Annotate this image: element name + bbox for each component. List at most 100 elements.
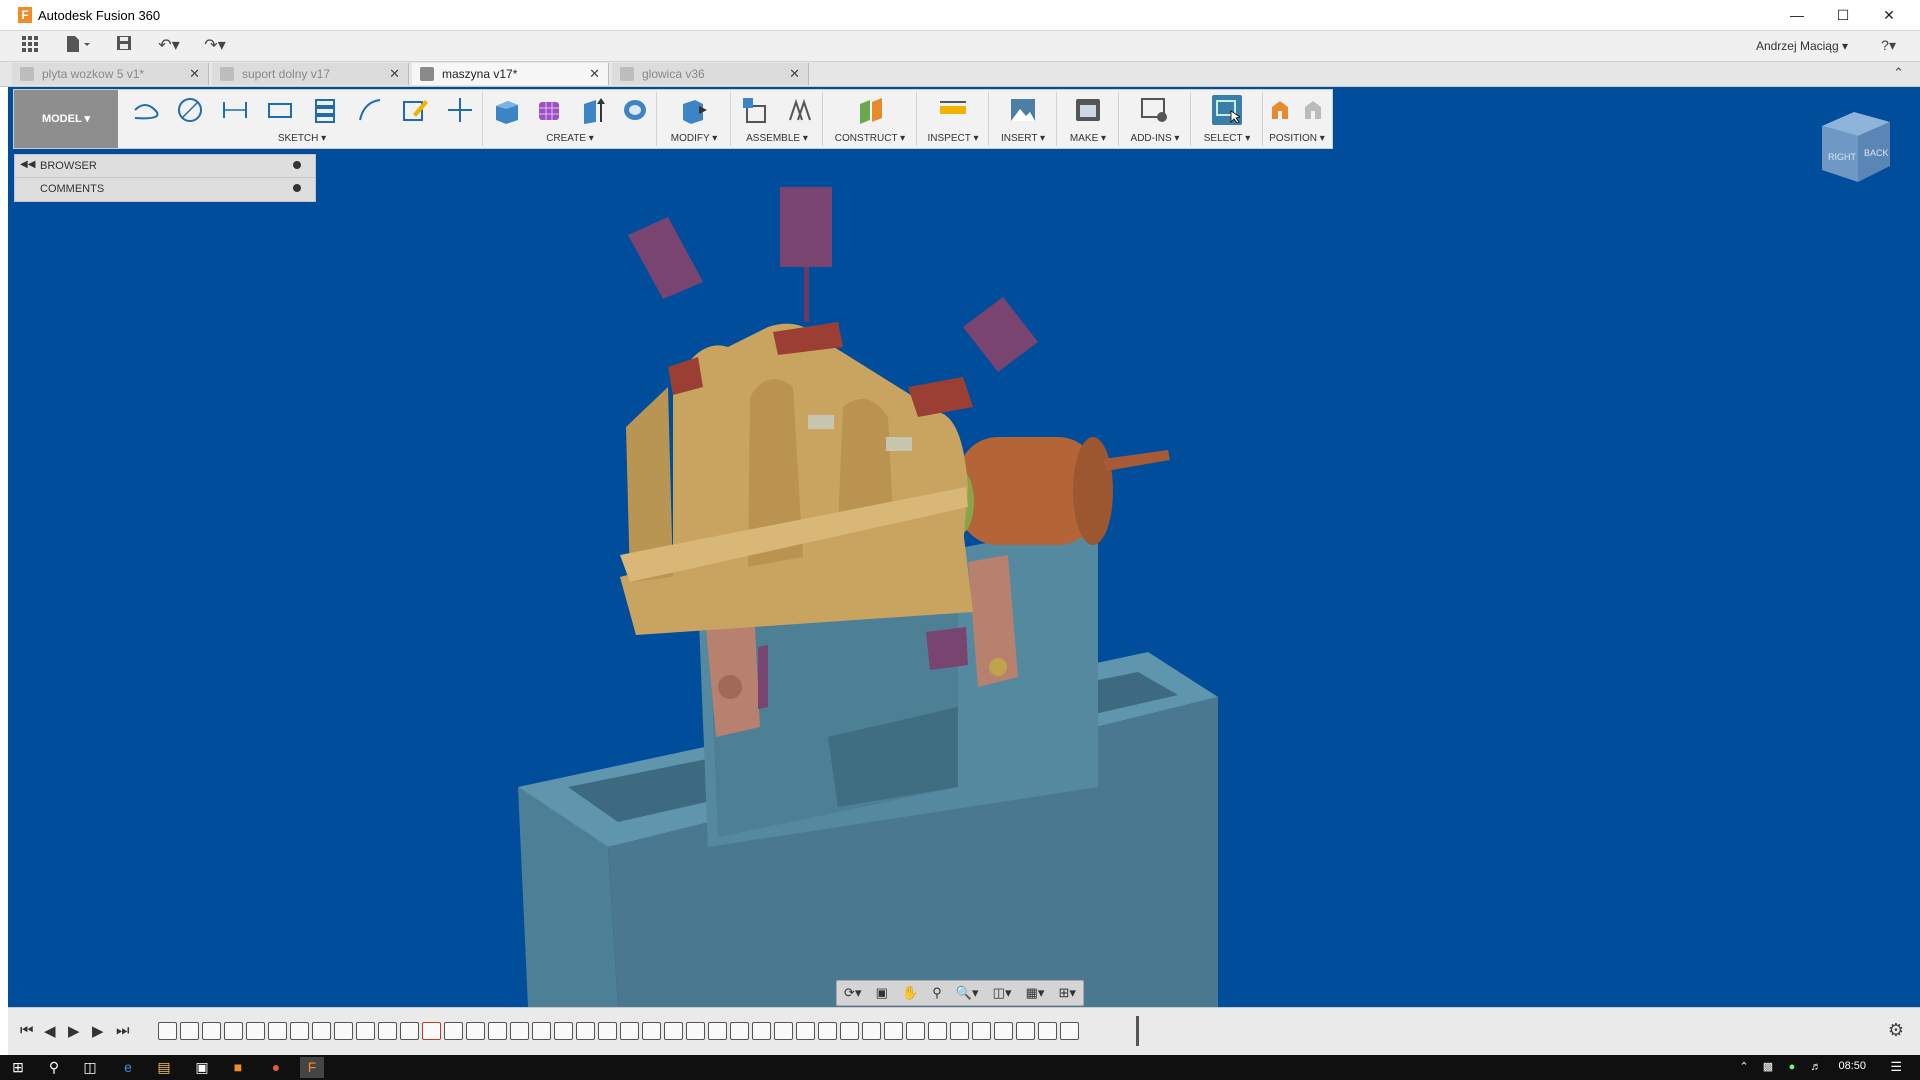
timeline-feature[interactable] (774, 1022, 793, 1040)
step-forward-icon[interactable]: ▶ (68, 1022, 80, 1040)
viewports-icon[interactable]: ⊞▾ (1058, 985, 1075, 1001)
sketch-dimension-icon[interactable] (220, 95, 250, 125)
sketch-rectangle-icon[interactable] (265, 95, 295, 125)
timeline-feature[interactable] (730, 1022, 749, 1040)
redo-icon[interactable]: ↷▾ (198, 35, 232, 57)
timeline-feature[interactable] (554, 1022, 573, 1040)
pin-icon[interactable] (293, 161, 301, 169)
go-to-start-icon[interactable]: ⏮ (20, 1022, 34, 1039)
tray-overflow-icon[interactable]: ⌃ (1732, 1057, 1756, 1078)
timeline-feature[interactable] (378, 1022, 397, 1040)
timeline-feature[interactable] (818, 1022, 837, 1040)
timeline-feature[interactable] (972, 1022, 991, 1040)
app-grid-icon[interactable] (18, 35, 42, 57)
firefox-icon[interactable]: ● (264, 1057, 288, 1078)
taskbar-clock[interactable]: 08:50 (1838, 1060, 1866, 1072)
sketch-line-icon[interactable] (130, 95, 160, 125)
select-arrow-icon[interactable] (1212, 95, 1242, 125)
extrude-icon[interactable] (577, 95, 607, 125)
tab-maszyna[interactable]: maszyna v17* ✕ (412, 63, 609, 85)
orbit-icon[interactable]: ⟳▾ (844, 985, 861, 1001)
timeline-feature[interactable] (356, 1022, 375, 1040)
display-settings-icon[interactable]: ◫▾ (993, 985, 1012, 1001)
volume-icon[interactable]: ♬ (1804, 1057, 1828, 1078)
timeline-feature[interactable] (994, 1022, 1013, 1040)
construct-group[interactable]: CONSTRUCT ▾ (824, 92, 917, 146)
save-icon[interactable] (112, 35, 136, 57)
insert-image-icon[interactable] (1008, 95, 1038, 125)
timeline-feature[interactable] (532, 1022, 551, 1040)
revert-position-icon[interactable] (1299, 95, 1329, 125)
form-icon[interactable] (534, 95, 564, 125)
timeline-feature[interactable] (1016, 1022, 1035, 1040)
edge-browser-icon[interactable]: e (116, 1057, 140, 1078)
timeline-feature[interactable] (180, 1022, 199, 1040)
viewcube-right-face[interactable]: RIGHT (1828, 152, 1857, 162)
timeline-feature[interactable] (796, 1022, 815, 1040)
collapse-panel-icon[interactable]: ◀◀ (20, 159, 35, 170)
revolve-icon[interactable] (620, 95, 650, 125)
timeline-feature[interactable] (906, 1022, 925, 1040)
timeline-feature[interactable] (950, 1022, 969, 1040)
windows-start-icon[interactable]: ⊞ (6, 1057, 30, 1078)
assemble-menu-label[interactable]: ASSEMBLE ▾ (732, 133, 822, 144)
sketch-point-icon[interactable] (445, 95, 475, 125)
timeline-feature[interactable] (1060, 1022, 1079, 1040)
extrude-box-icon[interactable] (491, 95, 521, 125)
timeline-feature[interactable] (1038, 1022, 1057, 1040)
select-menu-label[interactable]: SELECT ▾ (1192, 133, 1262, 144)
task-view-icon[interactable]: ◫ (78, 1057, 102, 1078)
addins-group[interactable]: ADD-INS ▾ (1120, 92, 1191, 146)
model-3d-render[interactable] (8, 87, 1920, 1007)
insert-menu-label[interactable]: INSERT ▾ (990, 133, 1056, 144)
close-tab-icon[interactable]: ✕ (589, 66, 600, 82)
timeline-feature[interactable] (158, 1022, 177, 1040)
timeline-feature[interactable] (444, 1022, 463, 1040)
fit-icon[interactable]: 🔍▾ (956, 985, 979, 1001)
timeline-feature[interactable] (752, 1022, 771, 1040)
timeline-feature[interactable] (928, 1022, 947, 1040)
close-tab-icon[interactable]: ✕ (789, 66, 800, 82)
create-menu-label[interactable]: CREATE ▾ (484, 133, 656, 144)
timeline-feature[interactable] (268, 1022, 287, 1040)
look-at-icon[interactable]: ▣ (876, 985, 888, 1001)
canvas-viewport[interactable] (8, 87, 1920, 1007)
close-tab-icon[interactable]: ✕ (389, 66, 400, 82)
timeline-feature[interactable] (840, 1022, 859, 1040)
search-icon[interactable]: ⚲ (42, 1057, 66, 1078)
comments-row[interactable]: COMMENTS (15, 178, 315, 200)
offset-plane-icon[interactable] (855, 95, 885, 125)
modify-group[interactable]: MODIFY ▾ (658, 92, 731, 146)
timeline-feature[interactable] (576, 1022, 595, 1040)
tray-app-icon[interactable]: ● (1780, 1057, 1804, 1078)
make-group[interactable]: MAKE ▾ (1058, 92, 1119, 146)
pan-icon[interactable]: ✋ (902, 985, 918, 1001)
timeline-feature[interactable] (598, 1022, 617, 1040)
tab-plyta-wozkow[interactable]: plyta wozkow 5 v1* ✕ (12, 63, 209, 85)
sketch-menu-label[interactable]: SKETCH ▾ (122, 133, 482, 144)
make-menu-label[interactable]: MAKE ▾ (1058, 133, 1118, 144)
timeline-feature[interactable] (620, 1022, 639, 1040)
tab-suport-dolny[interactable]: suport dolny v17 ✕ (212, 63, 409, 85)
viewcube[interactable]: RIGHT BACK (1820, 108, 1892, 184)
new-component-icon[interactable] (740, 95, 770, 125)
press-pull-icon[interactable] (679, 95, 709, 125)
inspect-menu-label[interactable]: INSPECT ▾ (918, 133, 988, 144)
timeline-feature[interactable] (664, 1022, 683, 1040)
3d-print-icon[interactable] (1073, 95, 1103, 125)
grid-settings-icon[interactable]: ▦▾ (1026, 985, 1045, 1001)
timeline-feature[interactable] (642, 1022, 661, 1040)
timeline-feature[interactable] (422, 1022, 441, 1040)
sketch-group[interactable]: SKETCH ▾ (122, 92, 483, 146)
construct-menu-label[interactable]: CONSTRUCT ▾ (824, 133, 916, 144)
create-group[interactable]: CREATE ▾ (484, 92, 657, 146)
collapse-tabs-icon[interactable]: ⌃ (1893, 65, 1904, 81)
timeline-feature[interactable] (488, 1022, 507, 1040)
timeline-feature[interactable] (400, 1022, 419, 1040)
create-sketch-icon[interactable] (400, 95, 430, 125)
help-icon[interactable]: ?▾ (1881, 37, 1896, 54)
scripts-addins-icon[interactable] (1140, 95, 1170, 125)
network-icon[interactable]: ▩ (1756, 1057, 1780, 1078)
step-back-icon[interactable]: ◀ (44, 1022, 56, 1040)
timeline-feature[interactable] (466, 1022, 485, 1040)
